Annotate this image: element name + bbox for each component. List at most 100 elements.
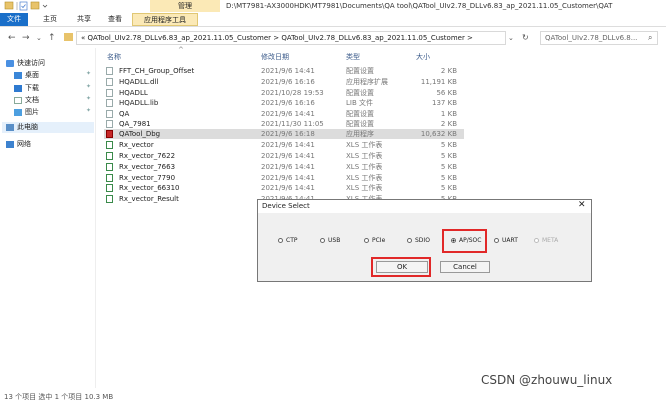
column-header-name[interactable]: 名称 <box>107 52 121 62</box>
file-row[interactable]: QA_7981 2021/11/30 11:05 配置设置 2 KB <box>104 119 464 129</box>
file-date: 2021/9/6 14:41 <box>261 152 315 160</box>
tab-file[interactable]: 文件 <box>0 13 28 26</box>
pane-divider[interactable] <box>95 48 96 388</box>
watermark: CSDN @zhouwu_linux <box>481 373 613 387</box>
file-row[interactable]: QA 2021/9/6 14:41 配置设置 1 KB <box>104 109 464 119</box>
forward-arrow-icon[interactable]: → <box>22 31 30 45</box>
file-row[interactable]: FFT_CH_Group_Offset 2021/9/6 14:41 配置设置 2 K… <box>104 66 464 76</box>
file-size: 5 KB <box>440 141 457 149</box>
quick-access-toolbar[interactable] <box>4 1 48 13</box>
folder-icon <box>64 33 73 41</box>
address-dropdown-icon[interactable]: ⌄ <box>508 31 514 45</box>
file-row[interactable]: Rx_vector_7663 2021/9/6 14:41 XLS 工作表 5 KB <box>104 162 464 172</box>
radio-dot[interactable] <box>534 238 539 243</box>
tab-view[interactable]: 查看 <box>101 13 129 26</box>
excel-file-icon <box>106 163 113 171</box>
pin-icon[interactable]: ✦ <box>86 95 91 102</box>
file-row[interactable]: HQADLL.lib 2021/9/6 16:16 LIB 文件 137 KB <box>104 98 464 108</box>
radio-dot[interactable] <box>278 238 283 243</box>
file-date: 2021/9/6 14:41 <box>261 174 315 182</box>
sidebar-item-documents[interactable]: 文档 <box>14 95 39 106</box>
radio-meta[interactable]: META <box>534 236 558 246</box>
file-size: 2 KB <box>440 120 457 128</box>
sidebar-item-desktop[interactable]: 桌面 <box>14 70 39 81</box>
file-date: 2021/10/28 19:53 <box>261 89 324 97</box>
file-date: 2021/9/6 14:41 <box>261 67 315 75</box>
sidebar-item-pictures[interactable]: 图片 <box>14 107 39 118</box>
file-row-selected[interactable]: QATool_Dbg 2021/9/6 16:18 应用程序 10,632 KB <box>104 129 464 139</box>
file-name: Rx_vector_7663 <box>119 163 176 171</box>
quick-access-icons[interactable] <box>4 1 48 11</box>
file-row[interactable]: Rx_vector_7622 2021/9/6 14:41 XLS 工作表 5 KB <box>104 151 464 161</box>
file-row[interactable]: Rx_vector_66310 2021/9/6 14:41 XLS 工作表 5 KB <box>104 183 464 193</box>
sidebar-item-quick-access[interactable]: 快速访问 <box>6 58 45 69</box>
tab-home[interactable]: 主页 <box>36 13 64 26</box>
sort-up-icon: ^ <box>178 46 184 54</box>
radio-sdio[interactable]: SDIO <box>407 236 430 246</box>
radio-uart[interactable]: UART <box>494 236 518 246</box>
radio-dot[interactable] <box>494 238 499 243</box>
highlight-box <box>371 257 431 277</box>
column-header-type[interactable]: 类型 <box>346 52 360 62</box>
sidebar-item-label: 快速访问 <box>17 59 45 67</box>
tab-share[interactable]: 共享 <box>70 13 98 26</box>
file-name: HQADLL.dll <box>119 78 159 86</box>
radio-dot[interactable] <box>364 238 369 243</box>
refresh-icon[interactable]: ↻ <box>522 31 529 45</box>
file-size: 11,191 KB <box>420 78 457 86</box>
excel-file-icon <box>106 174 113 182</box>
pin-icon[interactable]: ✦ <box>86 107 91 114</box>
pin-icon[interactable]: ✦ <box>86 83 91 90</box>
file-row[interactable]: Rx_vector_7790 2021/9/6 14:41 XLS 工作表 5 KB <box>104 173 464 183</box>
sidebar-item-this-pc[interactable]: 此电脑 <box>6 122 38 133</box>
network-icon <box>6 140 14 148</box>
column-header-date[interactable]: 修改日期 <box>261 52 289 62</box>
radio-ctp[interactable]: CTP <box>278 236 297 246</box>
dialog-title: Device Select <box>262 202 310 210</box>
window-title: D:\MT7981-AX3000HDK\MT7981\Documents\QA … <box>226 2 613 10</box>
file-name: QA_7981 <box>119 120 151 128</box>
search-input[interactable]: QATool_UIv2.78_DLLv6.8... <box>540 31 658 45</box>
config-file-icon <box>106 110 113 118</box>
manage-tab[interactable]: 管理 <box>150 0 220 12</box>
sidebar-item-network[interactable]: 网络 <box>6 139 31 150</box>
file-type: XLS 工作表 <box>346 174 383 182</box>
chevron-down-icon[interactable]: ⌄ <box>36 31 42 45</box>
file-size: 56 KB <box>436 89 457 97</box>
file-name: Rx_vector_Result <box>119 195 179 203</box>
file-type: 应用程序扩展 <box>346 78 388 86</box>
cancel-button[interactable]: Cancel <box>440 261 490 273</box>
ribbon <box>0 13 666 27</box>
sidebar-item-downloads[interactable]: 下载 <box>14 83 39 94</box>
sidebar-item-label: 下载 <box>25 84 39 92</box>
radio-pcie[interactable]: PCIe <box>364 236 385 246</box>
excel-file-icon <box>106 184 113 192</box>
radio-dot[interactable] <box>320 238 325 243</box>
file-date: 2021/9/6 14:41 <box>261 141 315 149</box>
file-size: 1 KB <box>440 110 457 118</box>
search-icon[interactable]: ⌕ <box>648 33 652 43</box>
file-name: Rx_vector <box>119 141 154 149</box>
up-arrow-icon[interactable]: ↑ <box>48 31 56 45</box>
file-row[interactable]: HQADLL.dll 2021/9/6 16:16 应用程序扩展 11,191 KB <box>104 77 464 87</box>
tab-app-tools[interactable]: 应用程序工具 <box>132 13 198 26</box>
file-date: 2021/9/6 14:41 <box>261 184 315 192</box>
radio-usb[interactable]: USB <box>320 236 340 246</box>
file-date: 2021/9/6 14:41 <box>261 163 315 171</box>
address-bar[interactable]: « QATool_UIv2.78_DLLv6.83_ap_2021.11.05_… <box>76 31 506 45</box>
sidebar-item-label: 此电脑 <box>17 123 38 131</box>
file-row[interactable]: HQADLL 2021/10/28 19:53 配置设置 56 KB <box>104 88 464 98</box>
file-name: HQADLL <box>119 89 148 97</box>
radio-dot[interactable] <box>407 238 412 243</box>
pin-icon[interactable]: ✦ <box>86 70 91 77</box>
file-date: 2021/11/30 11:05 <box>261 120 324 128</box>
column-header-size[interactable]: 大小 <box>416 52 430 62</box>
back-arrow-icon[interactable]: ← <box>8 31 16 45</box>
file-date: 2021/9/6 14:41 <box>261 110 315 118</box>
star-icon <box>6 59 14 67</box>
file-name: FFT_CH_Group_Offset <box>119 67 195 75</box>
radio-label: PCIe <box>372 237 386 244</box>
close-icon[interactable]: ✕ <box>578 200 586 210</box>
status-bar: 13 个项目 选中 1 个项目 10.3 MB <box>4 393 114 401</box>
file-row[interactable]: Rx_vector 2021/9/6 14:41 XLS 工作表 5 KB <box>104 140 464 150</box>
